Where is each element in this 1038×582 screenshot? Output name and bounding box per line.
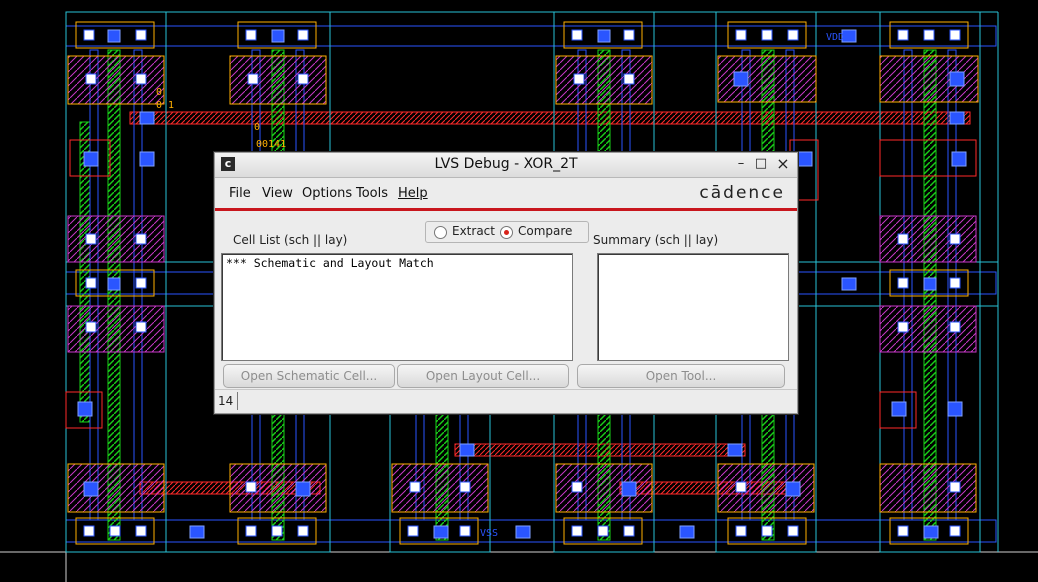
summary-box[interactable] xyxy=(597,253,789,361)
label-net-b: 0 1 xyxy=(156,100,174,111)
label-vdd: VDD xyxy=(826,32,844,43)
cell-list-box[interactable]: *** Schematic and Layout Match xyxy=(221,253,573,361)
status-separator xyxy=(237,392,238,410)
mode-radio-group: Extract Compare xyxy=(425,221,589,243)
minimize-button[interactable]: – xyxy=(733,156,749,172)
menu-help[interactable]: Help xyxy=(398,186,428,201)
window-title: LVS Debug - XOR_2T xyxy=(434,156,578,172)
status-bar: 14 xyxy=(215,389,797,412)
menu-bar: File View Options Tools Help cādence xyxy=(215,179,797,207)
extract-label[interactable]: Extract xyxy=(452,224,495,238)
summary-label: Summary (sch || lay) xyxy=(593,233,719,247)
cadence-logo: cādence xyxy=(699,183,785,203)
label-vss: VSS xyxy=(480,528,498,539)
status-count: 14 xyxy=(218,394,234,408)
menu-view[interactable]: View xyxy=(262,186,293,201)
extract-radio[interactable] xyxy=(434,226,447,239)
label-net-d: 00141 xyxy=(256,139,286,150)
compare-radio[interactable] xyxy=(500,226,513,239)
close-button[interactable]: × xyxy=(775,156,791,172)
cell-list-item[interactable]: *** Schematic and Layout Match xyxy=(226,256,434,270)
label-net-a: 0 xyxy=(156,87,162,98)
title-bar[interactable]: c LVS Debug - XOR_2T – □ × xyxy=(215,153,797,178)
accent-divider xyxy=(215,208,797,211)
menu-tools[interactable]: Tools xyxy=(356,186,388,201)
compare-label[interactable]: Compare xyxy=(518,224,572,238)
open-tool-button[interactable]: Open Tool... xyxy=(577,364,785,388)
label-net-c: 0 xyxy=(254,122,260,133)
cell-list-label: Cell List (sch || lay) xyxy=(233,233,348,247)
open-schematic-cell-button[interactable]: Open Schematic Cell... xyxy=(223,364,395,388)
open-layout-cell-button[interactable]: Open Layout Cell... xyxy=(397,364,569,388)
maximize-button[interactable]: □ xyxy=(753,156,769,172)
menu-file[interactable]: File xyxy=(229,186,251,201)
menu-options[interactable]: Options xyxy=(302,186,352,201)
lvs-debug-window: c LVS Debug - XOR_2T – □ × File View Opt… xyxy=(214,152,798,414)
